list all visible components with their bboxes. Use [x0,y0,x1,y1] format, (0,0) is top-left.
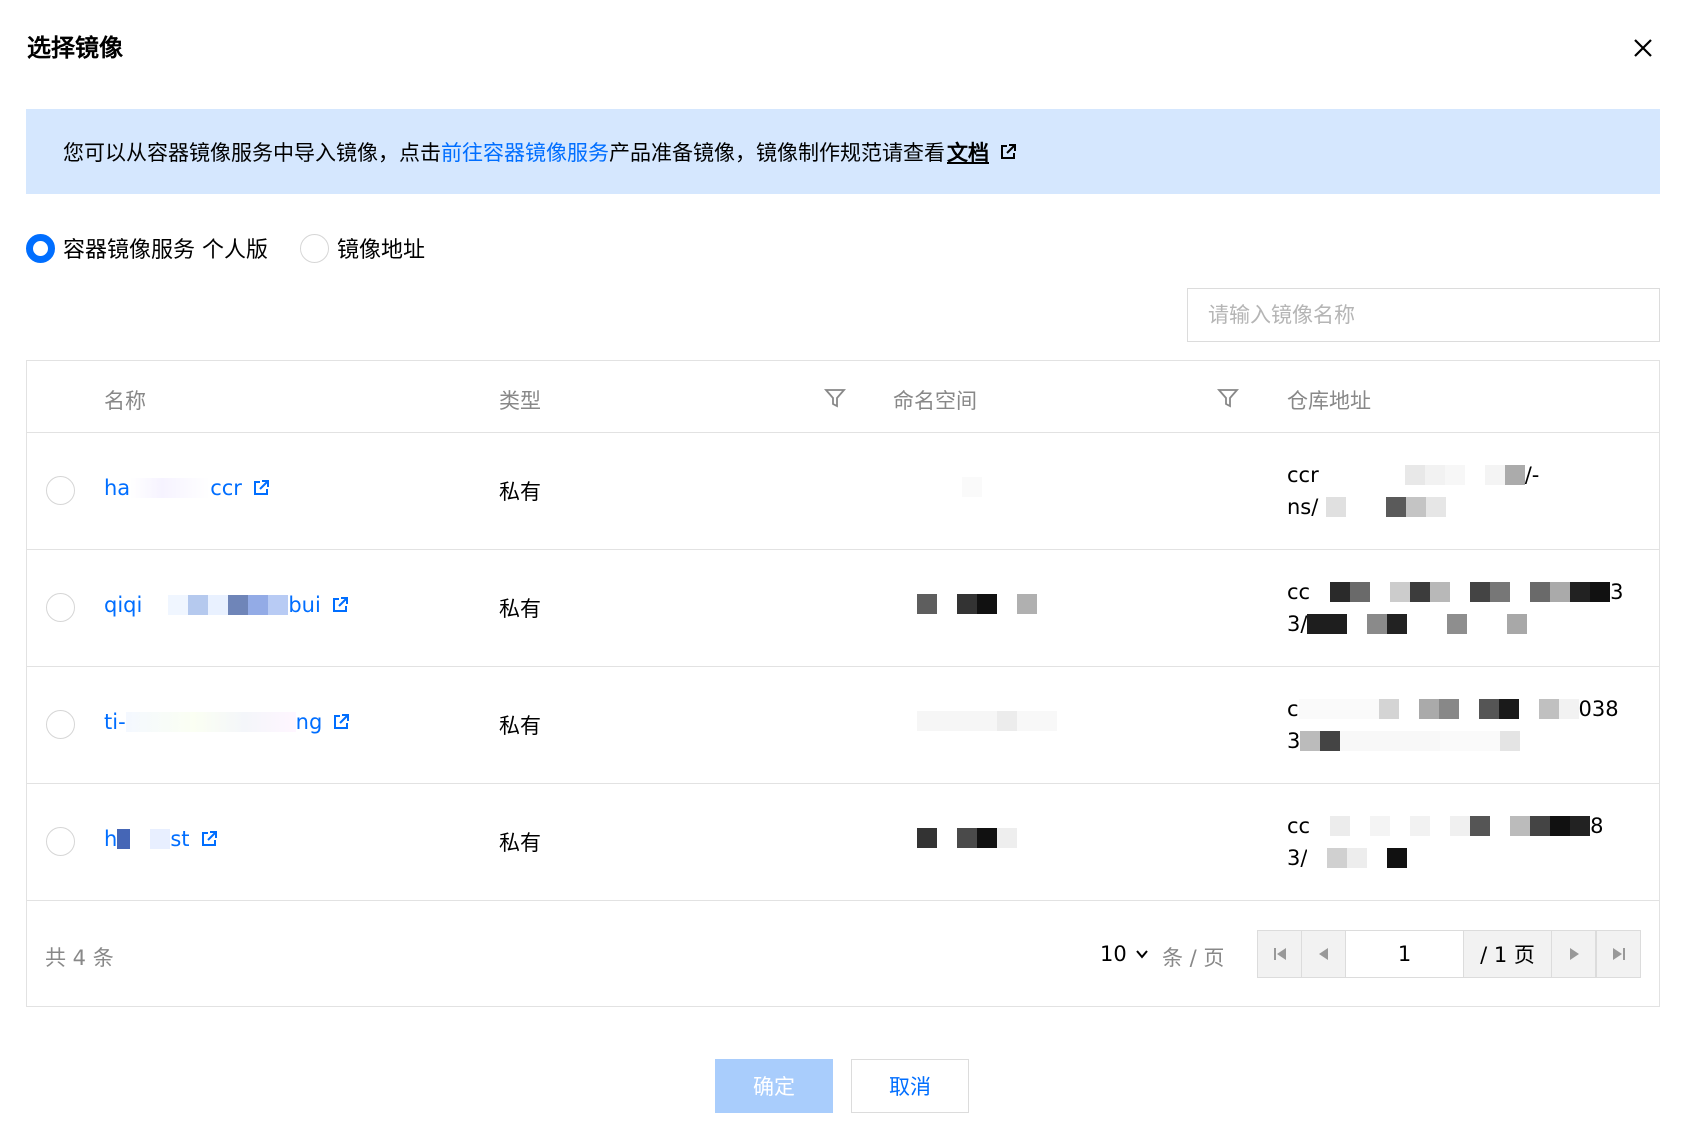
image-name-link[interactable]: h st [104,827,218,851]
radio-button[interactable] [300,233,329,263]
confirm-button[interactable]: 确定 [715,1059,833,1113]
repo-address: ccr /- ns/ [1287,459,1647,523]
image-name-start: qiqi [104,593,143,617]
prev-page-button[interactable] [1302,931,1346,977]
total-pages: / 1 页 [1464,931,1552,977]
last-page-button[interactable] [1596,931,1640,977]
notice-text-middle: 产品准备镜像，镜像制作规范请查看 [609,140,945,165]
external-link-icon[interactable] [252,479,270,497]
image-name-start: ti- [104,710,126,734]
next-page-button[interactable] [1552,931,1596,977]
external-link-icon[interactable] [331,596,349,614]
redacted-block [125,712,296,732]
repo-line2-start: 3 [1287,729,1301,753]
repo-line1-start: ccr [1287,463,1319,487]
image-type: 私有 [499,714,541,738]
repo-line1-end: 038 [1578,697,1619,721]
namespace-filter-icon[interactable] [1217,387,1239,409]
repo-line1-start: cc [1287,814,1311,838]
image-name-link[interactable]: ha ccr [104,476,270,500]
namespace-redacted [917,828,1017,848]
column-header-name: 名称 [104,389,146,413]
radio-button-checked[interactable] [26,233,55,263]
table-row[interactable]: ha ccr 私有 ccr /- ns/ [27,433,1659,550]
repo-line1-end: /- [1524,463,1540,487]
image-name-end: ng [295,710,323,734]
row-select-radio[interactable] [46,593,75,622]
column-header-namespace: 命名空间 [893,389,977,413]
external-link-icon[interactable] [999,143,1017,161]
image-source-radio-group: 容器镜像服务 个人版 镜像地址 [26,232,457,264]
radio-option-image-address[interactable]: 镜像地址 [300,232,425,264]
last-page-icon [1612,948,1625,960]
image-table: 名称 类型 命名空间 仓库地址 ha ccr 私有 ccr /- ns/ qiq… [26,360,1660,1007]
radio-option-personal-registry[interactable]: 容器镜像服务 个人版 [26,232,268,264]
prev-page-icon [1318,948,1328,960]
close-icon [1634,39,1652,57]
type-filter-icon[interactable] [824,387,846,409]
table-header: 名称 类型 命名空间 仓库地址 [27,361,1659,433]
table-footer: 共 4 条 10 条 / 页 / 1 页 [27,901,1659,1006]
image-name-end: bui [288,593,321,617]
image-name-end: st [170,827,190,851]
doc-link[interactable]: 文档 [947,137,989,167]
image-name-start: h [104,827,118,851]
repo-address: cc 3 3/ [1287,576,1647,640]
page-number-input[interactable] [1346,931,1464,977]
repo-line1-end: 3 [1610,580,1624,604]
page-size-value: 10 [1100,942,1127,966]
repo-line2-start: 3/ [1287,846,1308,870]
namespace-redacted [917,477,982,497]
pagination: / 1 页 [1257,930,1641,978]
radio-label: 容器镜像服务 个人版 [63,238,268,263]
info-notice: 您可以从容器镜像服务中导入镜像，点击 前往容器镜像服务 产品准备镜像，镜像制作规… [26,109,1660,194]
image-type: 私有 [499,831,541,855]
repo-address: cc 8 3/ [1287,810,1647,874]
first-page-icon [1273,948,1286,960]
total-count: 共 4 条 [45,946,114,970]
external-link-icon[interactable] [332,713,350,731]
table-row[interactable]: qiqi bui 私有 cc 3 3/ [27,550,1659,667]
image-name-link[interactable]: ti- ng [104,710,350,734]
image-name-link[interactable]: qiqi bui [104,593,349,617]
table-row[interactable]: ti- ng 私有 c 038 3 [27,667,1659,784]
radio-label: 镜像地址 [337,238,426,263]
image-search-input[interactable] [1187,288,1660,342]
column-header-repo: 仓库地址 [1287,389,1371,413]
repo-line1-start: c [1287,697,1299,721]
namespace-redacted [917,594,1037,614]
image-type: 私有 [499,480,541,504]
dialog-title: 选择镜像 [27,34,123,62]
row-select-radio[interactable] [46,827,75,856]
repo-line1-start: cc [1287,580,1311,604]
namespace-redacted [917,711,1057,731]
close-button[interactable] [1625,30,1661,66]
notice-text-before: 您可以从容器镜像服务中导入镜像，点击 [63,140,441,165]
redacted-block [130,478,211,498]
external-link-icon[interactable] [200,830,218,848]
repo-line2-start: 3/ [1287,612,1308,636]
image-name-start: ha [104,476,131,500]
first-page-button[interactable] [1258,931,1302,977]
next-page-icon [1569,948,1579,960]
container-registry-link[interactable]: 前往容器镜像服务 [441,137,609,167]
column-header-type: 类型 [499,389,541,413]
row-select-radio[interactable] [46,710,75,739]
image-name-end: ccr [210,476,242,500]
repo-address: c 038 3 [1287,693,1647,757]
page-size-unit: 条 / 页 [1162,946,1225,970]
cancel-button[interactable]: 取消 [851,1059,969,1113]
repo-line2-start: ns/ [1287,495,1319,519]
page-size-select[interactable]: 10 [1100,942,1149,966]
repo-line1-end: 8 [1590,814,1604,838]
image-type: 私有 [499,597,541,621]
table-row[interactable]: h st 私有 cc 8 3/ [27,784,1659,901]
row-select-radio[interactable] [46,476,75,505]
chevron-down-icon [1135,947,1149,961]
